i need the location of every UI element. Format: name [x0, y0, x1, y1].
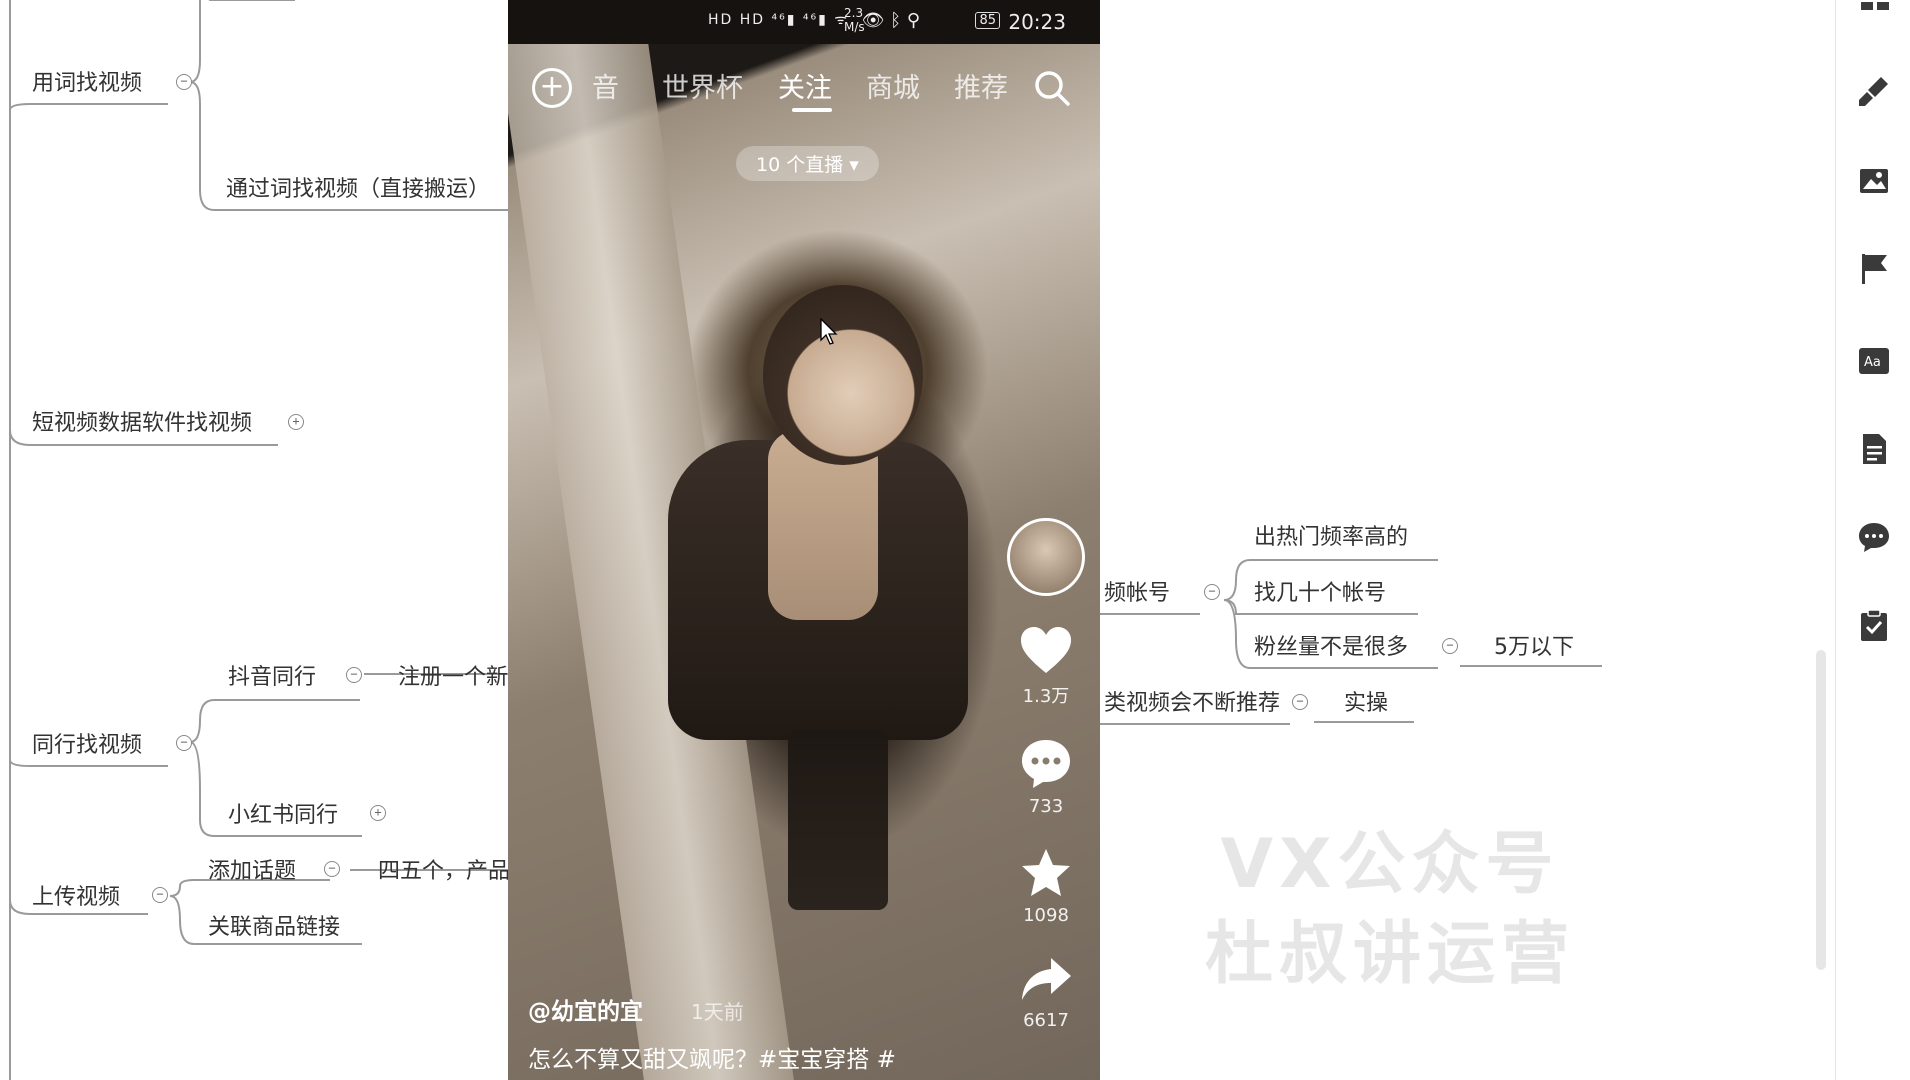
- text-style-icon[interactable]: Aa: [1857, 344, 1891, 378]
- collapse-toggle-icon[interactable]: −: [1204, 584, 1220, 600]
- node-keep-recommend[interactable]: 类视频会不断推荐: [1100, 690, 1284, 718]
- node-link-product[interactable]: 关联商品链接: [204, 914, 344, 942]
- side-actions: 1.3万 733 1098 6617: [1006, 518, 1086, 1031]
- expand-toggle-icon[interactable]: +: [288, 414, 304, 430]
- watermark-line-1: VX公众号: [1220, 825, 1560, 904]
- star-icon: [1022, 849, 1070, 896]
- collapse-toggle-icon[interactable]: −: [176, 735, 192, 751]
- post-time: 1天前: [691, 1000, 744, 1024]
- search-icon[interactable]: [1032, 68, 1072, 108]
- node-account[interactable]: 频帐号: [1100, 580, 1174, 608]
- svg-text:Aa: Aa: [1864, 355, 1881, 370]
- video-child-legs: [788, 730, 888, 910]
- node-word-find[interactable]: 用词找视频: [28, 70, 146, 98]
- node-word-find-direct[interactable]: 通过词找视频（直接搬运）: [222, 176, 494, 204]
- collapse-toggle-icon[interactable]: −: [1442, 638, 1458, 654]
- tab-partial[interactable]: 音: [592, 66, 619, 105]
- eye-bluetooth-location-icons: 👁 ᛒ ⚲: [861, 10, 920, 31]
- video-info: @幼宜的宜 1天前 怎么不算又甜又飒呢？#宝宝穿搭 #: [528, 992, 896, 1074]
- tab-recommend[interactable]: 推荐: [954, 66, 1008, 105]
- node-fans-not-many[interactable]: 粉丝量不是很多: [1250, 634, 1412, 662]
- node-hot-rate[interactable]: 出热门频率高的: [1250, 524, 1412, 552]
- add-icon[interactable]: +: [532, 68, 572, 108]
- share-arrow-icon: [1022, 958, 1071, 1000]
- author-avatar[interactable]: [1007, 518, 1085, 596]
- like-count: 1.3万: [1022, 686, 1070, 707]
- status-signal-icons: HD HD ⁴⁶▮ ⁴⁶▮ ᯤ: [708, 12, 850, 28]
- video-child-head: [763, 285, 923, 465]
- battery-icon: 85: [975, 12, 1000, 29]
- status-bar: HD HD ⁴⁶▮ ⁴⁶▮ ᯤ 2.3 M/s 👁 ᛒ ⚲ 85 20:23: [508, 0, 1100, 44]
- layout-icon[interactable]: [1857, 0, 1891, 34]
- share-count: 6617: [1023, 1010, 1069, 1031]
- video-caption[interactable]: 怎么不算又甜又飒呢？#宝宝穿搭 #: [528, 1040, 896, 1074]
- brush-icon[interactable]: [1857, 74, 1891, 108]
- node-practice[interactable]: 实操: [1340, 690, 1392, 718]
- comment-count: 733: [1028, 796, 1064, 817]
- node-under-50k[interactable]: 5万以下: [1490, 634, 1578, 662]
- watermark: VX公众号 杜叔讲运营: [1180, 820, 1600, 1000]
- live-count-pill[interactable]: 10 个直播 ▾: [736, 146, 879, 181]
- node-peer-find[interactable]: 同行找视频: [28, 732, 146, 760]
- image-icon[interactable]: [1857, 164, 1891, 198]
- comment-icon[interactable]: [1857, 520, 1891, 554]
- node-find-accounts[interactable]: 找几十个帐号: [1250, 580, 1390, 608]
- like-button[interactable]: 1.3万: [1006, 626, 1086, 708]
- tab-worldcup[interactable]: 世界杯: [662, 66, 743, 105]
- tab-follow[interactable]: 关注: [778, 66, 832, 105]
- active-tab-indicator: [792, 108, 832, 112]
- node-upload[interactable]: 上传视频: [28, 884, 124, 912]
- mouse-cursor-icon: [820, 318, 838, 345]
- node-douyin-peer[interactable]: 抖音同行: [224, 664, 320, 692]
- node-data-software[interactable]: 短视频数据软件找视频: [28, 410, 256, 438]
- heart-icon: [1021, 627, 1071, 673]
- vertical-scrollbar[interactable]: [1816, 650, 1826, 970]
- tab-mall[interactable]: 商城: [866, 66, 920, 105]
- watermark-line-2: 杜叔讲运营: [1204, 915, 1575, 994]
- collapse-toggle-icon[interactable]: −: [1292, 694, 1308, 710]
- document-icon[interactable]: [1857, 432, 1891, 466]
- share-button[interactable]: 6617: [1006, 956, 1086, 1031]
- author-name[interactable]: @幼宜的宜: [528, 999, 643, 1025]
- favorite-count: 1098: [1023, 905, 1069, 926]
- collapse-toggle-icon[interactable]: −: [324, 861, 340, 877]
- right-toolbar: Aa: [1835, 0, 1910, 1080]
- collapse-toggle-icon[interactable]: −: [176, 74, 192, 90]
- comment-icon: [1022, 740, 1070, 788]
- favorite-button[interactable]: 1098: [1006, 847, 1086, 926]
- toolbar-divider: [1835, 0, 1836, 1080]
- node-add-topic[interactable]: 添加话题: [204, 858, 300, 886]
- collapse-toggle-icon[interactable]: −: [152, 887, 168, 903]
- status-time: 20:23: [1008, 10, 1066, 34]
- clipboard-check-icon[interactable]: [1857, 608, 1891, 642]
- node-xhs-peer[interactable]: 小红书同行: [224, 802, 342, 830]
- expand-toggle-icon[interactable]: +: [370, 805, 386, 821]
- phone-video-screen[interactable]: HD HD ⁴⁶▮ ⁴⁶▮ ᯤ 2.3 M/s 👁 ᛒ ⚲ 85 20:23 +…: [508, 0, 1100, 1080]
- collapse-toggle-icon[interactable]: −: [346, 667, 362, 683]
- top-nav: + 音 世界杯 关注 商城 推荐: [508, 60, 1100, 112]
- node-four-five[interactable]: 四五个，产品: [374, 858, 514, 886]
- comment-button[interactable]: 733: [1006, 738, 1086, 817]
- flag-icon[interactable]: [1857, 252, 1891, 286]
- node-register-new[interactable]: 注册一个新: [394, 664, 512, 692]
